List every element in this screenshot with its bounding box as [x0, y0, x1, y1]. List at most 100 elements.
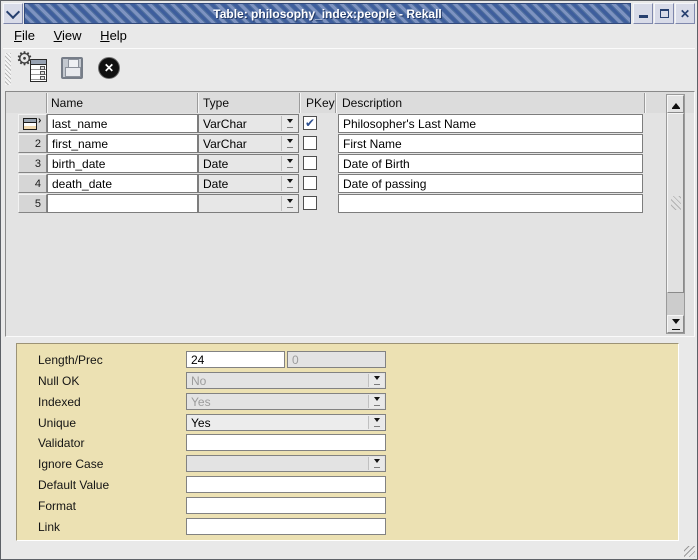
- table-row: 5: [6, 194, 694, 214]
- titlebar: Table: philosophy_index:people - Rekall …: [3, 3, 695, 24]
- row-header-current[interactable]: ›: [18, 114, 47, 133]
- current-row-arrow-icon: ›: [38, 115, 41, 126]
- name-cell[interactable]: last_name: [47, 114, 198, 133]
- description-cell[interactable]: Date of passing: [338, 174, 643, 193]
- field-grid: Name Type PKey Description › last_name V…: [5, 91, 695, 337]
- column-header-name[interactable]: Name: [51, 96, 83, 110]
- checkmark-icon: ✔: [305, 116, 315, 130]
- default-value-input[interactable]: [186, 476, 386, 493]
- pkey-checkbox[interactable]: [303, 196, 317, 210]
- length-input[interactable]: 24: [186, 351, 285, 368]
- description-cell[interactable]: Date of Birth: [338, 154, 643, 173]
- type-dropdown[interactable]: [198, 194, 299, 213]
- scroll-down-button[interactable]: [667, 315, 684, 333]
- null-ok-dropdown: No: [186, 372, 386, 389]
- minimize-icon: [639, 15, 648, 18]
- property-row: Link: [17, 518, 678, 536]
- property-row: Indexed Yes: [17, 393, 678, 411]
- thumb-grip: [671, 196, 681, 210]
- column-header-type[interactable]: Type: [203, 96, 229, 110]
- default-value-label: Default Value: [38, 478, 109, 492]
- close-table-button[interactable]: ✕: [98, 57, 120, 79]
- row-header[interactable]: 4: [18, 174, 47, 193]
- ignore-case-label: Ignore Case: [38, 457, 103, 471]
- indexed-label: Indexed: [38, 395, 81, 409]
- ignore-case-dropdown: [186, 455, 386, 472]
- field-properties-panel: Length/Prec 24 0 Null OK No Indexed Yes …: [16, 343, 679, 541]
- dropdown-arrow-icon[interactable]: [281, 196, 297, 211]
- table-row: › last_name VarChar ✔ Philosopher's Last…: [6, 114, 694, 134]
- minimize-button[interactable]: [633, 3, 653, 24]
- current-row-icon: [23, 118, 37, 130]
- dropdown-arrow-icon: [368, 457, 384, 470]
- name-cell[interactable]: first_name: [47, 134, 198, 153]
- table-design-button[interactable]: ⚙: [19, 54, 48, 84]
- save-button[interactable]: [61, 57, 83, 79]
- pkey-checkbox[interactable]: [303, 176, 317, 190]
- description-cell[interactable]: First Name: [338, 134, 643, 153]
- property-row: Length/Prec 24 0: [17, 351, 678, 369]
- property-row: Default Value: [17, 476, 678, 494]
- rekall-table-window: Table: philosophy_index:people - Rekall …: [0, 0, 698, 560]
- close-button[interactable]: ✕: [675, 3, 695, 24]
- column-header-description[interactable]: Description: [342, 96, 402, 110]
- length-prec-label: Length/Prec: [38, 353, 103, 367]
- type-dropdown[interactable]: Date: [198, 174, 299, 193]
- validator-label: Validator: [38, 436, 84, 450]
- menu-view[interactable]: View: [51, 26, 85, 45]
- type-dropdown[interactable]: VarChar: [198, 134, 299, 153]
- resize-grip[interactable]: [684, 546, 695, 557]
- dropdown-arrow-icon[interactable]: [281, 116, 297, 131]
- row-header[interactable]: 2: [18, 134, 47, 153]
- grid-rows: › last_name VarChar ✔ Philosopher's Last…: [6, 113, 694, 336]
- titlebar-stripes: Table: philosophy_index:people - Rekall: [24, 3, 631, 24]
- unique-dropdown[interactable]: Yes: [186, 414, 386, 431]
- menu-help[interactable]: Help: [97, 26, 130, 45]
- menu-file[interactable]: File: [11, 26, 38, 45]
- property-row: Null OK No: [17, 372, 678, 390]
- column-header-pkey[interactable]: PKey: [306, 96, 335, 110]
- description-cell[interactable]: Philosopher's Last Name: [338, 114, 643, 133]
- table-row: 2 first_name VarChar First Name: [6, 134, 694, 154]
- gear-icon: ⚙: [16, 48, 33, 71]
- pkey-checkbox[interactable]: [303, 156, 317, 170]
- description-cell[interactable]: [338, 194, 643, 213]
- window-menu-button[interactable]: [3, 3, 23, 24]
- arrow-down-icon: [672, 319, 680, 328]
- type-dropdown[interactable]: VarChar: [198, 114, 299, 133]
- maximize-button[interactable]: [654, 3, 674, 24]
- pkey-checkbox[interactable]: [303, 136, 317, 150]
- link-label: Link: [38, 520, 60, 534]
- table-row: 4 death_date Date Date of passing: [6, 174, 694, 194]
- dropdown-arrow-icon[interactable]: [281, 176, 297, 191]
- chevron-down-icon: [6, 5, 20, 19]
- scroll-up-button[interactable]: [667, 95, 684, 113]
- row-header[interactable]: 5: [18, 194, 47, 213]
- link-input[interactable]: [186, 518, 386, 535]
- name-cell[interactable]: [47, 194, 198, 213]
- type-dropdown[interactable]: Date: [198, 154, 299, 173]
- toolbar-drag-handle[interactable]: [5, 53, 11, 85]
- dropdown-arrow-icon: [368, 374, 384, 387]
- menubar: File View Help: [3, 26, 695, 47]
- table-row: 3 birth_date Date Date of Birth: [6, 154, 694, 174]
- scrollbar-thumb[interactable]: [667, 113, 684, 293]
- property-row: Ignore Case: [17, 455, 678, 473]
- name-cell[interactable]: birth_date: [47, 154, 198, 173]
- validator-input[interactable]: [186, 434, 386, 451]
- row-header[interactable]: 3: [18, 154, 47, 173]
- property-row: Unique Yes: [17, 414, 678, 432]
- name-cell[interactable]: death_date: [47, 174, 198, 193]
- grid-header: Name Type PKey Description: [6, 92, 694, 113]
- indexed-dropdown: Yes: [186, 393, 386, 410]
- dropdown-arrow-icon[interactable]: [368, 416, 384, 429]
- pkey-checkbox[interactable]: ✔: [303, 116, 317, 130]
- dropdown-arrow-icon: [368, 395, 384, 408]
- vertical-scrollbar: [666, 94, 685, 334]
- dropdown-arrow-icon[interactable]: [281, 156, 297, 171]
- format-input[interactable]: [186, 497, 386, 514]
- window-title: Table: philosophy_index:people - Rekall: [213, 7, 441, 21]
- toolbar: ⚙ ✕: [3, 48, 695, 90]
- dropdown-arrow-icon[interactable]: [281, 136, 297, 151]
- format-label: Format: [38, 499, 76, 513]
